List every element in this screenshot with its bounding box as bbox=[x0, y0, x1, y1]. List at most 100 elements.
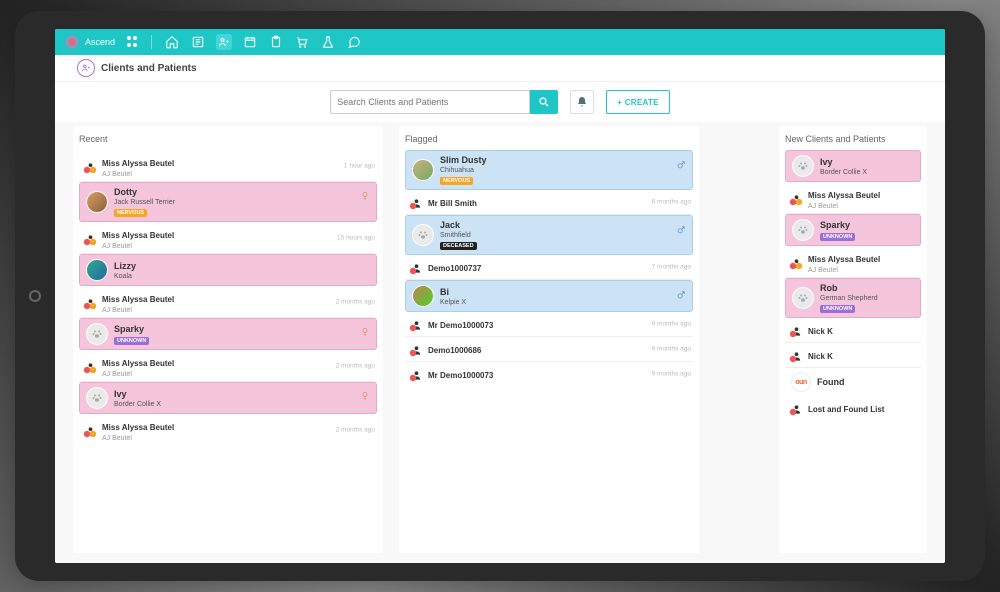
person-icon bbox=[411, 261, 423, 273]
owner-sub: AJ Beutel bbox=[808, 203, 880, 210]
clipboard-icon[interactable] bbox=[268, 34, 284, 50]
patient-name: Ivy bbox=[820, 157, 867, 167]
person-icon bbox=[411, 196, 423, 208]
patient-card[interactable]: DottyJack Russell TerrierNERVOUS bbox=[79, 182, 377, 222]
list-item[interactable]: JackSmithfieldDECEASEDDemo10007377 month… bbox=[405, 215, 693, 280]
column-title-new: New Clients and Patients bbox=[785, 134, 921, 144]
clients-icon[interactable] bbox=[216, 34, 232, 50]
lab-icon[interactable] bbox=[320, 34, 336, 50]
page-title: Clients and Patients bbox=[101, 63, 197, 74]
owner-row[interactable]: Nick K bbox=[785, 318, 921, 342]
owner-row[interactable]: Nick K bbox=[785, 343, 921, 367]
person-icon bbox=[85, 232, 97, 244]
owner-row[interactable]: Lost and Found List bbox=[785, 396, 921, 420]
owner-name: Miss Alyssa Beutel bbox=[102, 231, 174, 240]
patient-name: Ivy bbox=[114, 389, 161, 399]
person-icon bbox=[85, 424, 97, 436]
search-button[interactable] bbox=[530, 90, 558, 114]
list-item[interactable]: ounFoundLost and Found List bbox=[785, 368, 921, 420]
list-item[interactable]: SparkyUNKNOWN Miss Alyssa Beutel AJ Beutel… bbox=[79, 318, 377, 382]
person-icon bbox=[791, 349, 803, 361]
status-tag: DECEASED bbox=[440, 242, 477, 250]
patient-card[interactable]: SparkyUNKNOWN bbox=[79, 318, 377, 350]
person-icon bbox=[85, 360, 97, 372]
create-button[interactable]: + CREATE bbox=[606, 90, 670, 114]
sex-icon bbox=[676, 287, 686, 305]
owner-name: Miss Alyssa Beutel bbox=[102, 359, 174, 368]
list-item[interactable]: LizzyKoalaMiss Alyssa BeutelAJ Beutel2 m… bbox=[79, 254, 377, 318]
status-tag: NERVOUS bbox=[440, 177, 473, 185]
column-title-recent: Recent bbox=[79, 134, 377, 144]
list-item[interactable]: IvyBorder Collie XMiss Alyssa BeutelAJ B… bbox=[785, 150, 921, 214]
sex-icon bbox=[360, 189, 370, 207]
list-item[interactable]: RobGerman ShepherdUNKNOWNNick K bbox=[785, 278, 921, 343]
patient-card[interactable]: IvyBorder Collie X bbox=[785, 150, 921, 182]
owner-name: Miss Alyssa Beutel bbox=[102, 295, 174, 304]
owner-row[interactable]: Miss Alyssa BeutelAJ Beutel15 hours ago bbox=[79, 222, 377, 253]
owner-row[interactable]: Mr Bill Smith6 months ago bbox=[405, 190, 693, 214]
owner-row[interactable]: Miss Alyssa BeutelAJ Beutel1 hour ago bbox=[79, 150, 377, 181]
patient-card[interactable]: IvyBorder Collie X bbox=[79, 382, 377, 414]
patient-breed: German Shepherd bbox=[820, 295, 878, 302]
sex-icon bbox=[676, 222, 686, 240]
owner-name: Demo1000737 bbox=[428, 264, 481, 273]
calendar-icon[interactable] bbox=[242, 34, 258, 50]
list-item[interactable]: Mr Demo10000739 months ago bbox=[405, 362, 693, 386]
patient-card[interactable]: SparkyUNKNOWN bbox=[785, 214, 921, 246]
search-input[interactable] bbox=[330, 90, 530, 114]
brand[interactable]: Ascend bbox=[65, 35, 115, 49]
patient-card[interactable]: Slim DustyChihuahuaNERVOUS bbox=[405, 150, 693, 190]
search-wrap bbox=[330, 90, 558, 114]
owner-name: Miss Alyssa Beutel bbox=[102, 423, 174, 432]
nav-icons bbox=[164, 34, 362, 50]
list-item[interactable]: Demo10006869 months ago bbox=[405, 337, 693, 362]
person-icon bbox=[791, 256, 803, 268]
list-item[interactable]: Slim DustyChihuahuaNERVOUSMr Bill Smith6… bbox=[405, 150, 693, 215]
owner-row[interactable]: Miss Alyssa BeutelAJ Beutel2 months ago bbox=[79, 286, 377, 317]
column-flagged: Flagged Slim DustyChihuahuaNERVOUSMr Bil… bbox=[399, 126, 699, 553]
owner-row[interactable]: Demo10007377 months ago bbox=[405, 255, 693, 279]
patient-card[interactable]: RobGerman ShepherdUNKNOWN bbox=[785, 278, 921, 318]
list-item[interactable]: SparkyUNKNOWNMiss Alyssa BeutelAJ Beutel bbox=[785, 214, 921, 278]
patient-card[interactable]: LizzyKoala bbox=[79, 254, 377, 286]
divider bbox=[151, 35, 152, 49]
patient-card[interactable]: BiKelpie X bbox=[405, 280, 693, 312]
home-icon[interactable] bbox=[164, 34, 180, 50]
patient-name: Lizzy bbox=[114, 261, 136, 271]
list-item[interactable]: DottyJack Russell TerrierNERVOUSMiss Aly… bbox=[79, 182, 377, 254]
owner-row[interactable]: Miss Alyssa Beutel AJ Beutel 2 months ago bbox=[79, 350, 377, 381]
list-item[interactable]: IvyBorder Collie XMiss Alyssa BeutelAJ B… bbox=[79, 382, 377, 445]
owner-row[interactable]: Miss Alyssa BeutelAJ Beutel bbox=[785, 182, 921, 213]
column-title-flagged: Flagged bbox=[405, 134, 693, 144]
cart-icon[interactable] bbox=[294, 34, 310, 50]
owner-row[interactable]: Miss Alyssa BeutelAJ Beutel bbox=[785, 246, 921, 277]
tablet-home-button[interactable] bbox=[29, 290, 41, 302]
timestamp: 2 months ago bbox=[336, 362, 375, 369]
status-tag: UNKNOWN bbox=[114, 337, 149, 345]
apps-icon[interactable] bbox=[127, 36, 139, 48]
chat-icon[interactable] bbox=[346, 34, 362, 50]
person-icon bbox=[791, 324, 803, 336]
news-icon[interactable] bbox=[190, 34, 206, 50]
person-icon bbox=[791, 192, 803, 204]
timestamp: 1 hour ago bbox=[344, 162, 375, 169]
list-item[interactable]: Nick K bbox=[785, 343, 921, 368]
list-item[interactable]: Miss Alyssa BeutelAJ Beutel1 hour ago bbox=[79, 150, 377, 182]
owner-row[interactable]: Miss Alyssa BeutelAJ Beutel2 months ago bbox=[79, 414, 377, 445]
owner-row[interactable]: Mr Demo10000739 months ago bbox=[405, 362, 693, 386]
patient-card[interactable]: JackSmithfieldDECEASED bbox=[405, 215, 693, 255]
topbar: Ascend bbox=[55, 29, 945, 55]
owner-row[interactable]: Mr Demo10000739 months ago bbox=[405, 312, 693, 336]
patient-name: Sparky bbox=[820, 220, 855, 230]
person-icon bbox=[791, 402, 803, 414]
owner-sub: AJ Beutel bbox=[102, 371, 174, 378]
notification-button[interactable] bbox=[570, 90, 594, 114]
patient-card[interactable]: ounFound bbox=[785, 368, 921, 396]
patient-breed: Jack Russell Terrier bbox=[114, 199, 175, 206]
patient-breed: Smithfield bbox=[440, 232, 477, 239]
list-item[interactable]: BiKelpie XMr Demo10000739 months ago bbox=[405, 280, 693, 337]
patient-name: Rob bbox=[820, 283, 878, 293]
owner-row[interactable]: Demo10006869 months ago bbox=[405, 337, 693, 361]
person-icon bbox=[411, 368, 423, 380]
patient-name: Slim Dusty bbox=[440, 155, 487, 165]
